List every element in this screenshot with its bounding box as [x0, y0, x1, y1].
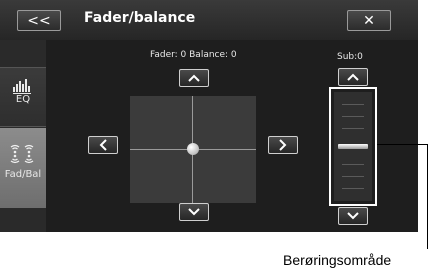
- chevron-left-icon: [99, 139, 107, 151]
- sidebar-item-label: EQ: [15, 94, 31, 105]
- close-button[interactable]: ✕: [347, 10, 391, 31]
- sidebar: EQ Fad/Bal: [0, 40, 46, 232]
- fader-down-button[interactable]: [179, 203, 209, 221]
- balance-left-button[interactable]: [88, 136, 118, 154]
- touch-area-outline: [329, 87, 377, 206]
- subwoofer-label: Sub:0: [337, 52, 363, 62]
- back-button[interactable]: <<: [17, 10, 61, 31]
- title-bar: << Fader/balance ✕: [0, 0, 418, 40]
- fader-up-button[interactable]: [179, 69, 209, 87]
- callout-label: Berøringsområde: [283, 252, 392, 268]
- chevron-down-icon: [188, 208, 200, 216]
- eq-icon: [0, 78, 46, 94]
- fader-balance-pad[interactable]: [130, 96, 256, 203]
- page-title: Fader/balance: [84, 10, 196, 26]
- sub-down-button[interactable]: [338, 207, 368, 225]
- position-marker[interactable]: [187, 143, 199, 155]
- sidebar-item-label: Fad/Bal: [4, 169, 42, 180]
- chevron-up-icon: [347, 73, 359, 81]
- fader-balance-screen: << Fader/balance ✕ EQ Fad/Bal Fader: 0 B…: [0, 0, 418, 232]
- chevron-down-icon: [347, 212, 359, 220]
- sub-up-button[interactable]: [338, 68, 368, 86]
- fader-balance-status: Fader: 0 Balance: 0: [150, 50, 237, 60]
- speaker-waves-icon: [0, 144, 46, 167]
- chevron-up-icon: [188, 74, 200, 82]
- callout-line: [377, 144, 428, 145]
- sidebar-item-eq[interactable]: EQ: [0, 67, 46, 127]
- callout-line: [427, 144, 428, 249]
- chevron-right-icon: [279, 139, 287, 151]
- sidebar-item-fad-bal[interactable]: Fad/Bal: [0, 128, 46, 208]
- balance-right-button[interactable]: [268, 136, 298, 154]
